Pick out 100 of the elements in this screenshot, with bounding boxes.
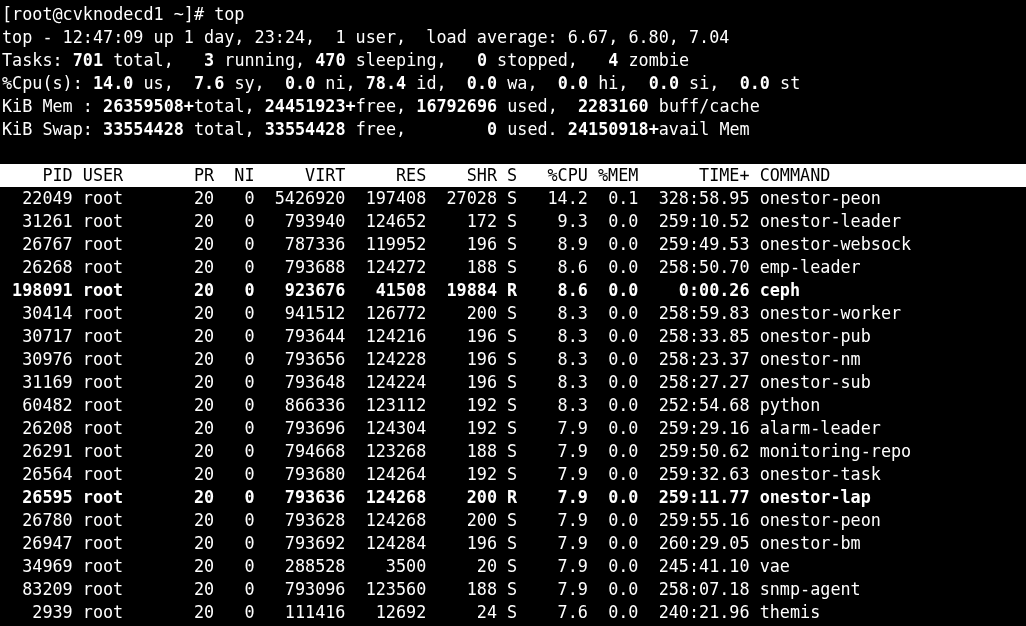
table-cell-text: root (82, 417, 125, 440)
table-cell-text: 0.0 (607, 325, 639, 348)
table-cell-text: 20 (192, 210, 215, 233)
table-cell-text: S (506, 394, 518, 417)
table-cell-text: 793656 (283, 348, 346, 371)
table-cell: themis (759, 601, 821, 624)
table-cell: monitoring-repo (759, 440, 912, 463)
table-cell-text: 245:41.10 (657, 555, 750, 578)
table-cell-text: 0.0 (607, 210, 639, 233)
table-cell-text: 0 (243, 509, 255, 532)
table-cell-text: 2939 (31, 601, 73, 624)
table-cell-text: 197408 (364, 187, 427, 210)
column-header: S (506, 164, 518, 187)
table-cell-text: S (506, 233, 518, 256)
table-cell-text: 8.9 (556, 233, 588, 256)
table-cell-text: S (506, 302, 518, 325)
summary-line: top - 12:47:09 up 1 day, 23:24, 1 user, load average: 6.67, 6.80, 7.04 (2, 27, 730, 47)
table-cell-text: 196 (465, 325, 497, 348)
table-cell-text: 793644 (283, 325, 346, 348)
table-cell-text: 258:50.70 (657, 256, 750, 279)
table-cell-text: 0.0 (607, 233, 639, 256)
table-cell-text: 8.3 (556, 371, 588, 394)
table-cell-text: 0.0 (607, 509, 639, 532)
table-cell-text: 20 (192, 440, 215, 463)
table-cell-text: 192 (465, 417, 497, 440)
table-cell-text: root (82, 256, 125, 279)
table-cell-text: 0 (243, 348, 255, 371)
table-cell-text: 787336 (283, 233, 346, 256)
table-cell-text: 26208 (21, 417, 73, 440)
table-cell-text: root (82, 440, 125, 463)
table-cell-text: 259:11.77 (657, 486, 750, 509)
table-cell-text: root (82, 233, 125, 256)
table-cell-text: 26947 (21, 532, 73, 555)
table-cell-text: 259:32.63 (657, 463, 750, 486)
table-cell-text: S (506, 532, 518, 555)
table-cell-text: 20 (192, 417, 215, 440)
table-cell-text: 793096 (283, 578, 346, 601)
table-cell-text: 3500 (384, 555, 427, 578)
table-cell-text: 26564 (21, 463, 73, 486)
table-cell-text: 83209 (21, 578, 73, 601)
table-cell-text: 26268 (21, 256, 73, 279)
table-cell-text: 0 (243, 210, 255, 233)
table-cell: emp-leader (759, 256, 861, 279)
table-cell-text: 7.9 (556, 578, 588, 601)
table-cell: python (759, 394, 821, 417)
table-cell-text: 26767 (21, 233, 73, 256)
table-cell-text: S (506, 371, 518, 394)
column-header: VIRT (304, 164, 346, 187)
table-cell-text: 119952 (364, 233, 427, 256)
table-cell-text: 7.9 (556, 417, 588, 440)
table-cell-text: 260:29.05 (657, 532, 750, 555)
table-cell-text: 123560 (364, 578, 427, 601)
table-cell: onestor-worker (759, 302, 902, 325)
table-cell-text: 7.9 (556, 532, 588, 555)
table-cell-text: 188 (465, 578, 497, 601)
table-cell-text: 124264 (364, 463, 427, 486)
table-cell-text: 30976 (21, 348, 73, 371)
table-cell-text: S (506, 555, 518, 578)
table-cell-text: 14.2 (546, 187, 588, 210)
table-cell-text: S (506, 187, 518, 210)
table-cell-text: 793688 (283, 256, 346, 279)
table-cell-text: 196 (465, 371, 497, 394)
table-cell-text: S (506, 578, 518, 601)
table-cell-text: 7.6 (556, 601, 588, 624)
table-cell-text: 0.0 (607, 578, 639, 601)
table-cell-text: root (82, 371, 125, 394)
table-cell-text: 0 (243, 187, 255, 210)
table-cell: vae (759, 555, 790, 578)
table-cell-text: 20 (192, 601, 215, 624)
table-cell-text: 20 (475, 555, 497, 578)
table-cell-text: root (82, 509, 125, 532)
table-cell-text: 793696 (283, 417, 346, 440)
table-cell-text: 0.0 (607, 348, 639, 371)
table-cell-text: S (506, 256, 518, 279)
table-cell: ceph (759, 279, 801, 302)
table-cell-text: 198091 (11, 279, 73, 302)
table-cell-text: 124284 (364, 532, 427, 555)
table-cell-text: 0.0 (607, 601, 639, 624)
table-cell-text: 0.0 (607, 279, 639, 302)
table-cell-text: 0.0 (607, 256, 639, 279)
summary-line: KiB Mem : 26359508+total, 24451923+free, 16792696 used, 2283160 buff/cache (2, 96, 760, 116)
table-cell-text: 5426920 (273, 187, 346, 210)
table-cell-text: 20 (192, 509, 215, 532)
table-cell-text: 188 (465, 440, 497, 463)
table-cell-text: 123268 (364, 440, 427, 463)
table-cell-text: 0.0 (607, 463, 639, 486)
table-cell-text: 12692 (374, 601, 427, 624)
table-cell-text: 793648 (283, 371, 346, 394)
table-cell-text: 0.0 (607, 440, 639, 463)
table-cell-text: 172 (465, 210, 497, 233)
table-cell-text: 258:07.18 (657, 578, 750, 601)
column-header: %CPU (546, 164, 588, 187)
table-cell-text: 20 (192, 279, 215, 302)
table-cell-text: 34969 (21, 555, 73, 578)
table-cell-text: 0.0 (607, 394, 639, 417)
table-cell-text: 31169 (21, 371, 73, 394)
table-cell-text: 196 (465, 532, 497, 555)
summary-line: KiB Swap: 33554428 total, 33554428 free, 0 used. 24150918+avail Mem (2, 119, 750, 139)
summary-line: %Cpu(s): 14.0 us, 7.6 sy, 0.0 ni, 78.4 id, 0.0 wa, 0.0 hi, 0.0 si, 0.0 st (2, 73, 801, 93)
table-cell-text: 0 (243, 394, 255, 417)
